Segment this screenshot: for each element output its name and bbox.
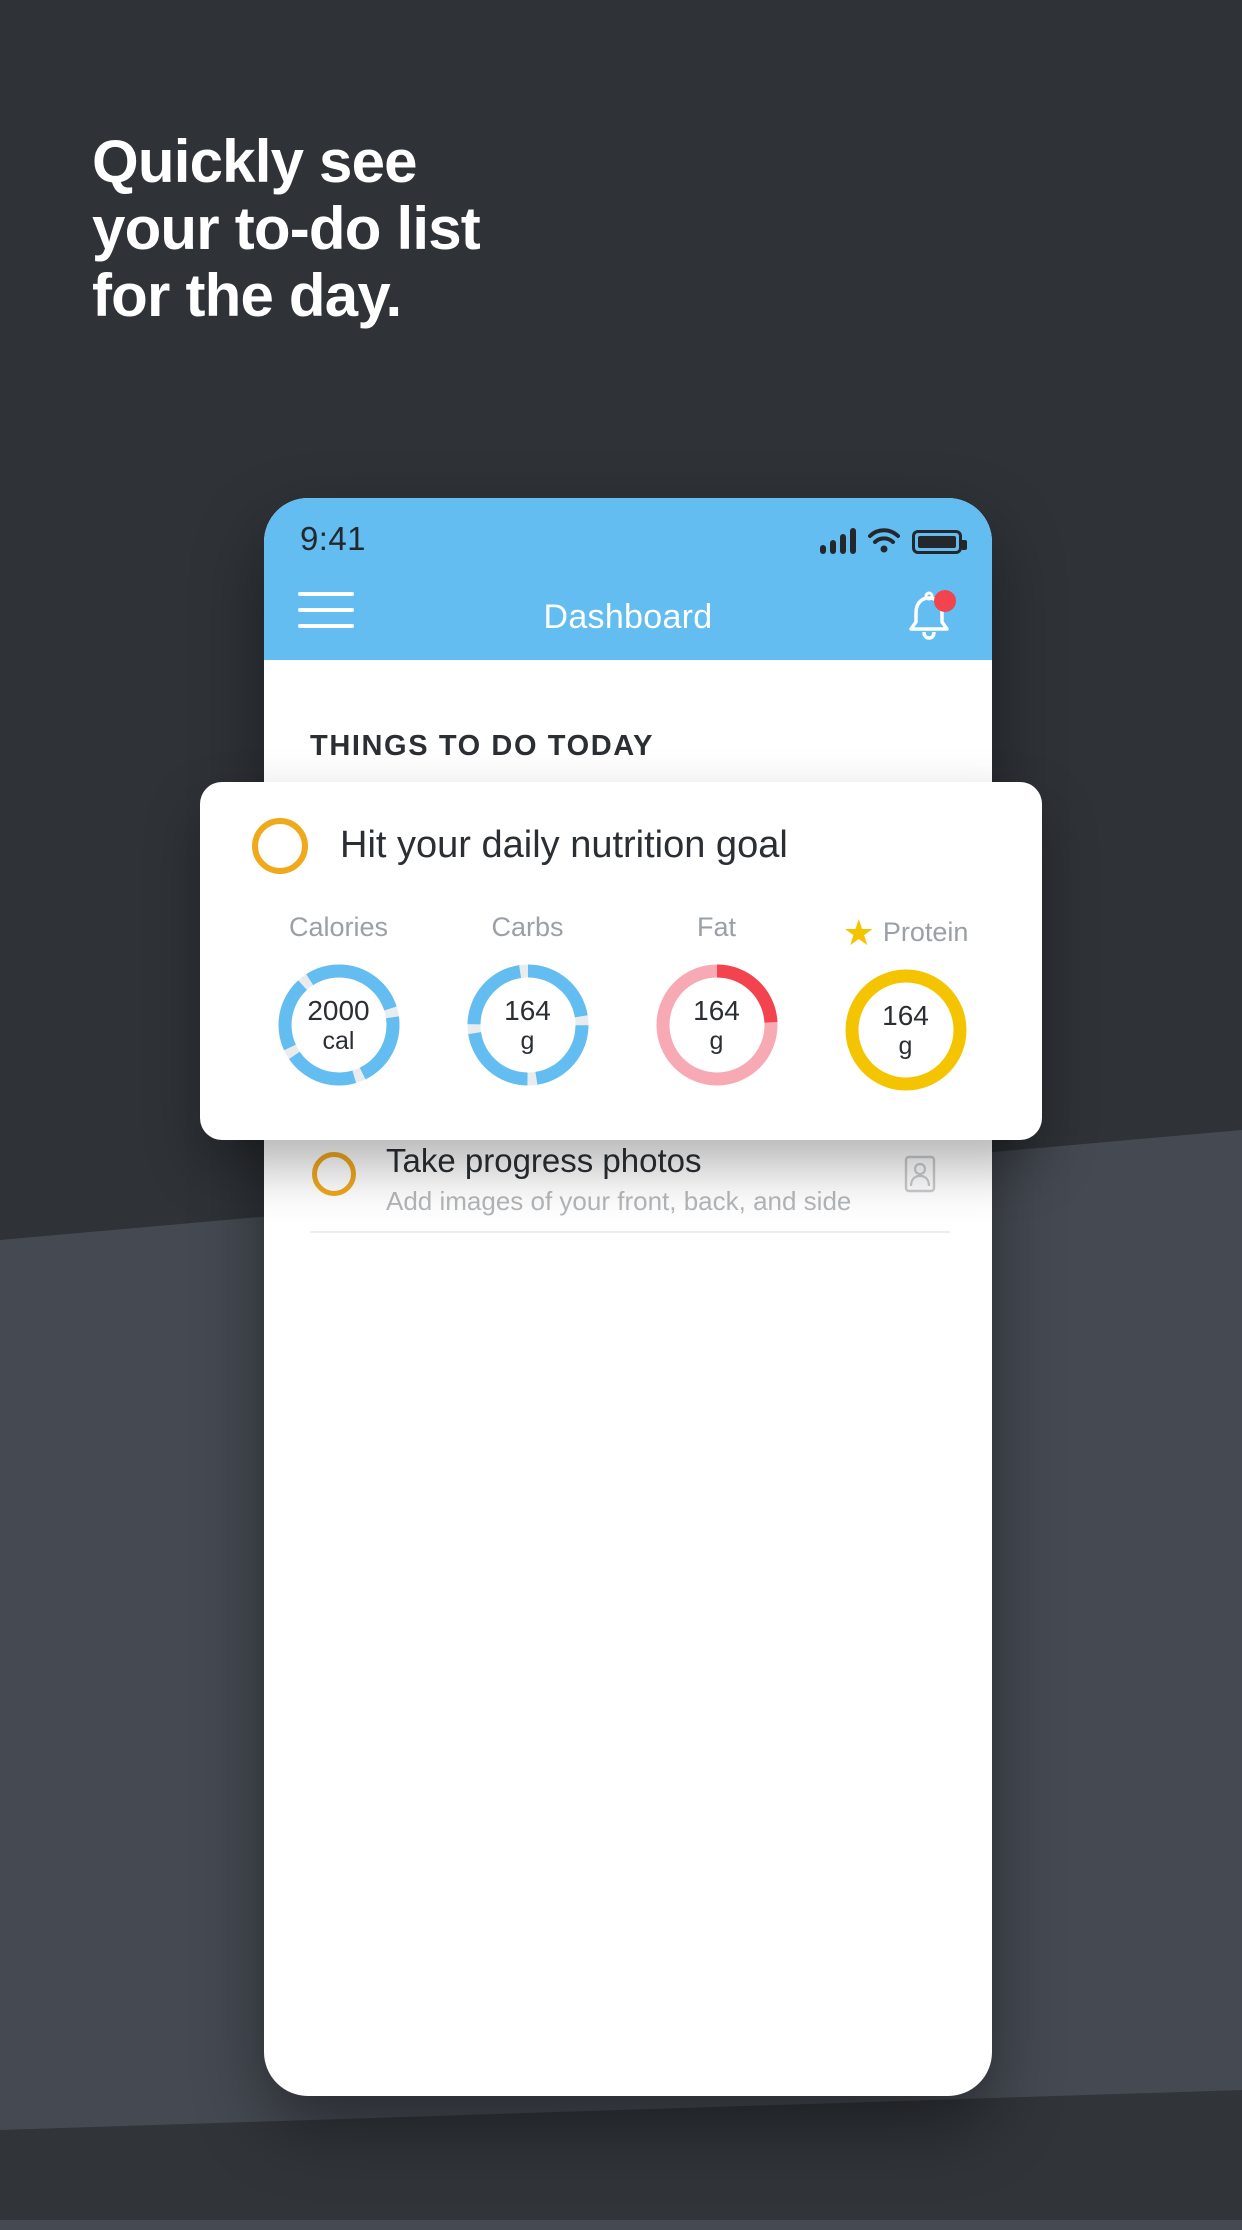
status-bar: 9:41 xyxy=(264,518,992,564)
status-bar-icons xyxy=(820,522,967,554)
macro-value: 164 xyxy=(504,995,551,1027)
battery-full-icon xyxy=(912,530,967,554)
checkbox-circle-icon[interactable] xyxy=(252,818,308,874)
macro-donut-text: 164 g xyxy=(462,959,594,1091)
list-item-subtitle: Add images of your front, back, and side xyxy=(386,1186,852,1216)
macro-label: Calories xyxy=(288,912,389,942)
macro-donut-carbs: 164 g xyxy=(462,959,594,1091)
photo-person-icon xyxy=(894,1148,946,1200)
status-bar-time: 9:41 xyxy=(300,520,366,557)
macro-value: 164 xyxy=(882,1000,929,1032)
list-item-title: Take progress photos xyxy=(386,1142,702,1179)
macro-protein[interactable]: ★ Protein 164 g xyxy=(811,912,1000,1096)
macro-value: 2000 xyxy=(307,995,370,1027)
macro-unit: g xyxy=(898,1031,913,1060)
macro-label: Carbs xyxy=(491,912,564,942)
macro-donut-protein: 164 g xyxy=(840,964,972,1096)
star-icon: ★ xyxy=(842,912,875,953)
macro-unit: g xyxy=(709,1026,724,1055)
macro-label: Protein xyxy=(882,917,969,947)
macro-donut-text: 164 g xyxy=(651,959,783,1091)
macro-donut-text: 2000 cal xyxy=(273,959,405,1091)
macro-value: 164 xyxy=(693,995,740,1027)
macro-unit: cal xyxy=(322,1026,355,1055)
macro-donut-text: 164 g xyxy=(840,964,972,1096)
macro-calories[interactable]: Calories 2000 cal xyxy=(244,912,433,1096)
macro-label: Fat xyxy=(696,912,736,942)
macro-carbs[interactable]: Carbs 164 g xyxy=(433,912,622,1096)
headline-line-1: Quickly see xyxy=(92,128,418,195)
macro-donut-calories: 2000 cal xyxy=(273,959,405,1091)
macro-fat[interactable]: Fat 164 g xyxy=(622,912,811,1096)
nutrition-goal-card[interactable]: Hit your daily nutrition goal Calories 2… xyxy=(200,782,1042,1140)
wifi-icon xyxy=(868,528,900,554)
checkbox-circle-icon[interactable] xyxy=(312,1152,356,1196)
macro-unit: g xyxy=(520,1026,535,1055)
section-heading-todo: THINGS TO DO TODAY xyxy=(310,730,655,762)
notification-bell-icon[interactable] xyxy=(900,588,958,644)
macro-ring-row: Calories 2000 cal Carbs 164 g Fat 164 g … xyxy=(244,912,1000,1096)
signal-bars-icon xyxy=(820,528,856,554)
headline-line-3: for the day. xyxy=(92,262,402,330)
phone-mockup: 9:41 Dashboard THINGS TO DO TODAY Take p… xyxy=(264,498,992,2096)
page-headline: Quickly see your to-do list for the day. xyxy=(92,128,792,330)
macro-donut-fat: 164 g xyxy=(651,959,783,1091)
headline-line-2: your to-do list xyxy=(92,195,481,263)
page-title: Dashboard xyxy=(543,598,713,636)
app-top-bar: 9:41 Dashboard xyxy=(264,498,992,660)
app-nav-bar: Dashboard xyxy=(264,570,992,660)
nutrition-card-title: Hit your daily nutrition goal xyxy=(340,824,788,866)
notification-badge xyxy=(934,590,956,612)
